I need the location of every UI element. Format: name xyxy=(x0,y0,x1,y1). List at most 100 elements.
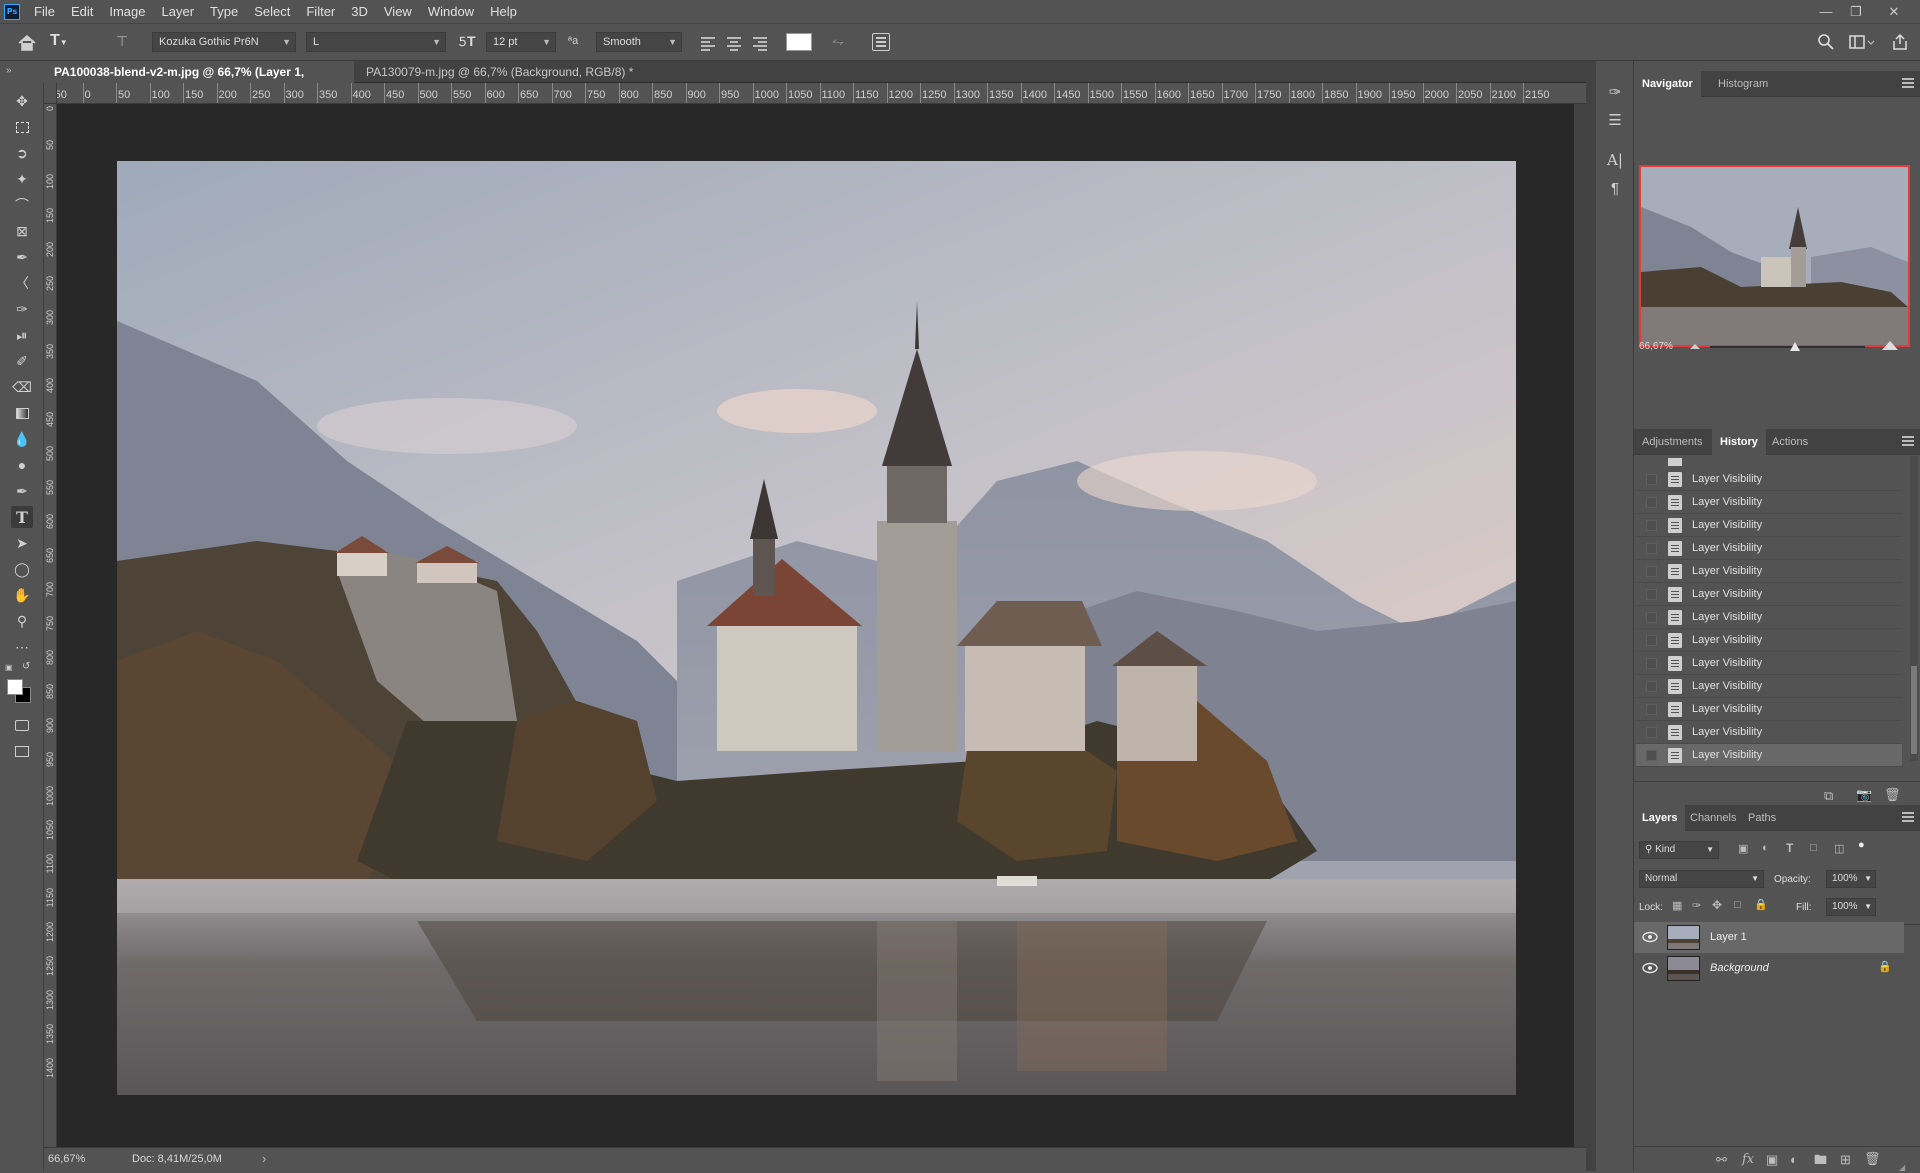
gradient-tool-icon[interactable] xyxy=(11,402,33,424)
menu-window[interactable]: Window xyxy=(420,0,482,23)
history-source-checkbox[interactable] xyxy=(1646,612,1657,623)
history-item[interactable]: Layer Visibility xyxy=(1636,698,1902,721)
tab-adjustments[interactable]: Adjustments xyxy=(1634,429,1711,455)
tab-channels[interactable]: Channels xyxy=(1682,805,1744,831)
history-source-checkbox[interactable] xyxy=(1646,727,1657,738)
history-source-checkbox[interactable] xyxy=(1646,704,1657,715)
history-item[interactable]: Layer Visibility xyxy=(1636,583,1902,606)
crop-tool-icon[interactable]: ⌒ xyxy=(11,194,33,216)
tab-history[interactable]: History xyxy=(1712,429,1766,455)
history-source-checkbox[interactable] xyxy=(1646,750,1657,761)
warp-text-icon[interactable]: ⥊ xyxy=(832,33,844,50)
lock-image-pixels-icon[interactable]: ✑ xyxy=(1692,899,1701,912)
tab-layers[interactable]: Layers xyxy=(1634,805,1686,831)
history-item[interactable]: Layer Visibility xyxy=(1636,491,1902,514)
lock-all-icon[interactable]: 🔒 xyxy=(1754,898,1768,911)
paragraph-icon[interactable]: ¶ xyxy=(1604,177,1626,199)
more-tools-icon[interactable]: ⋯ xyxy=(11,636,33,658)
lock-artboard-icon[interactable]: □ xyxy=(1734,899,1741,911)
history-item[interactable]: Layer Visibility xyxy=(1636,629,1902,652)
menu-edit[interactable]: Edit xyxy=(63,0,101,23)
layer-filter-kind-dropdown[interactable]: ⚲ Kind ▼ xyxy=(1639,841,1719,859)
adjustment-layer-icon[interactable]: ◐ xyxy=(1790,1152,1798,1167)
history-source-checkbox[interactable] xyxy=(1646,520,1657,531)
fill-input[interactable]: 100% ▼ xyxy=(1826,898,1876,916)
font-family-dropdown[interactable]: Kozuka Gothic Pr6N ▼ xyxy=(152,32,296,52)
character-panel-toggle-icon[interactable] xyxy=(872,33,890,51)
frame-tool-icon[interactable]: ⊠ xyxy=(11,220,33,242)
history-scrollbar[interactable] xyxy=(1910,456,1918,761)
path-selection-tool-icon[interactable]: ➤ xyxy=(11,532,33,554)
filter-adjustment-icon[interactable]: ◐ xyxy=(1762,842,1769,854)
filter-smart-object-icon[interactable]: ◫ xyxy=(1834,842,1844,855)
tab-actions[interactable]: Actions xyxy=(1764,429,1816,455)
history-source-checkbox[interactable] xyxy=(1646,543,1657,554)
menu-image[interactable]: Image xyxy=(101,0,153,23)
layer-row-layer-1[interactable]: Layer 1 xyxy=(1634,922,1904,953)
menu-select[interactable]: Select xyxy=(246,0,298,23)
move-tool-icon[interactable]: ✥ xyxy=(11,90,33,112)
quick-mask-icon[interactable] xyxy=(11,714,33,736)
align-center-icon[interactable] xyxy=(724,33,744,53)
history-source-checkbox[interactable] xyxy=(1646,497,1657,508)
snapshot-icon[interactable]: 📷 xyxy=(1856,787,1872,803)
brush-settings-icon[interactable]: ✑ xyxy=(1604,81,1626,103)
navigator-zoom-value[interactable]: 66,67% xyxy=(1639,341,1673,352)
history-item[interactable]: Layer Visibility xyxy=(1636,560,1902,583)
new-document-from-state-icon[interactable]: ⧉ xyxy=(1824,788,1833,804)
restore-icon[interactable]: ❐ xyxy=(1842,0,1870,23)
delete-layer-icon[interactable]: 🗑 xyxy=(1864,1151,1881,1167)
tab-navigator[interactable]: Navigator xyxy=(1634,71,1701,97)
zoom-in-icon[interactable] xyxy=(1882,340,1898,350)
vertical-scrollbar[interactable] xyxy=(1574,104,1586,1147)
hand-tool-icon[interactable]: ✋ xyxy=(11,584,33,606)
pen-tool-icon[interactable]: ✒ xyxy=(11,480,33,502)
lock-transparent-pixels-icon[interactable]: ▦ xyxy=(1672,899,1682,912)
link-layers-icon[interactable]: ⚯ xyxy=(1716,1152,1727,1168)
panel-menu-icon[interactable] xyxy=(1902,78,1914,88)
lock-position-icon[interactable]: ✥ xyxy=(1712,898,1722,912)
workspace-icon[interactable] xyxy=(1848,32,1876,52)
text-color-swatch[interactable] xyxy=(786,33,812,51)
marquee-tool-icon[interactable] xyxy=(11,116,33,138)
menu-help[interactable]: Help xyxy=(482,0,525,23)
menu-file[interactable]: File xyxy=(26,0,63,23)
menu-filter[interactable]: Filter xyxy=(298,0,343,23)
layer-row-background[interactable]: Background 🔒 xyxy=(1634,953,1904,984)
new-group-icon[interactable]: 🖿 xyxy=(1814,1151,1827,1173)
default-colors-icon[interactable]: ▣ xyxy=(5,663,15,673)
history-item[interactable]: Layer Visibility xyxy=(1636,606,1902,629)
minimize-icon[interactable]: — xyxy=(1812,0,1840,23)
clone-stamp-tool-icon[interactable]: ⏯ xyxy=(11,324,33,346)
properties-icon[interactable]: ☰ xyxy=(1604,109,1626,131)
navigator-zoom-slider[interactable] xyxy=(1710,346,1865,348)
panel-menu-icon[interactable] xyxy=(1902,812,1914,822)
history-source-checkbox[interactable] xyxy=(1646,681,1657,692)
zoom-readout[interactable]: 66,67% xyxy=(48,1153,85,1165)
toggle-text-orientation-icon[interactable]: ⊤ xyxy=(116,33,136,53)
history-brush-tool-icon[interactable]: ✐ xyxy=(11,350,33,372)
delete-state-icon[interactable]: 🗑 xyxy=(1884,787,1901,803)
status-menu-arrow-icon[interactable]: › xyxy=(262,1151,266,1166)
align-left-icon[interactable] xyxy=(698,33,718,53)
history-source-checkbox[interactable] xyxy=(1646,589,1657,600)
healing-brush-tool-icon[interactable]: 〈 xyxy=(11,272,33,294)
history-item[interactable]: Layer Visibility xyxy=(1636,675,1902,698)
brush-tool-icon[interactable]: ✑ xyxy=(11,298,33,320)
layer-name[interactable]: Layer 1 xyxy=(1710,931,1747,943)
menu-view[interactable]: View xyxy=(376,0,420,23)
layer-name[interactable]: Background xyxy=(1710,962,1769,974)
character-icon[interactable]: A| xyxy=(1604,149,1626,171)
history-item[interactable]: Layer Visibility xyxy=(1636,721,1902,744)
screen-mode-icon[interactable] xyxy=(11,740,33,762)
zoom-out-icon[interactable] xyxy=(1690,342,1700,350)
eye-icon[interactable] xyxy=(1642,931,1658,943)
history-item[interactable]: Layer Visibility xyxy=(1636,468,1902,491)
collapse-toolbar-icon[interactable]: » xyxy=(6,65,12,76)
history-item[interactable]: Layer Visibility xyxy=(1636,537,1902,560)
history-item[interactable]: Layer Visibility xyxy=(1636,514,1902,537)
blend-mode-dropdown[interactable]: Normal ▼ xyxy=(1639,870,1764,888)
navigator-preview[interactable] xyxy=(1639,165,1910,347)
filter-type-icon[interactable]: T xyxy=(1786,841,1793,855)
history-source-checkbox[interactable] xyxy=(1646,635,1657,646)
